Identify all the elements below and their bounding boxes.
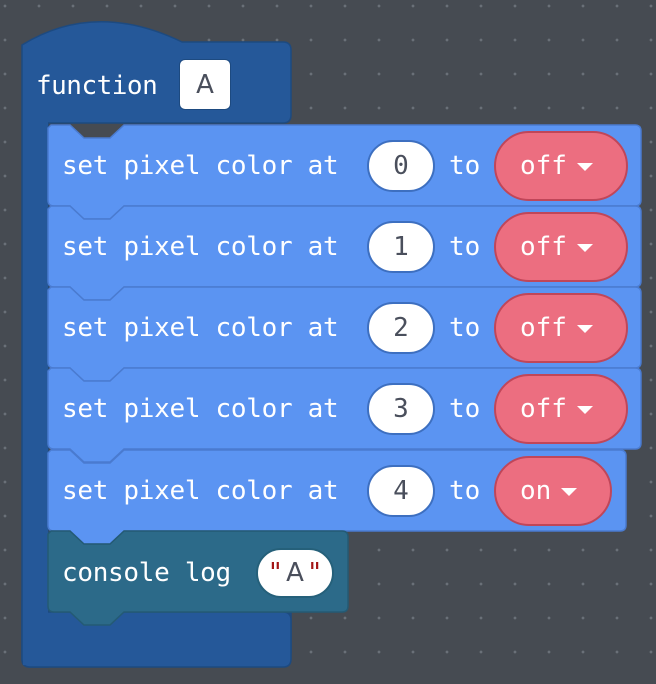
- set-pixel-color-label: set pixel color at: [62, 232, 339, 262]
- pixel-state-dropdown[interactable]: off: [494, 293, 628, 363]
- function-keyword: function: [36, 71, 158, 101]
- pixel-index-input[interactable]: 1: [367, 221, 435, 273]
- function-name-field[interactable]: A: [179, 59, 231, 110]
- console-log-label: console log: [62, 558, 231, 588]
- set-pixel-color-label: set pixel color at: [62, 476, 339, 506]
- pixel-index-input[interactable]: 0: [367, 140, 435, 192]
- to-label: to: [449, 151, 481, 181]
- to-label: to: [449, 476, 481, 506]
- to-label: to: [449, 394, 481, 424]
- string-input[interactable]: " A ": [256, 548, 334, 598]
- dropdown-value: off: [520, 313, 567, 343]
- to-label: to: [449, 313, 481, 343]
- caret-down-icon: [576, 406, 593, 414]
- string-value: A: [286, 558, 304, 588]
- set-pixel-color-label: set pixel color at: [62, 151, 339, 181]
- caret-down-icon: [576, 325, 593, 333]
- dropdown-value: on: [520, 476, 552, 506]
- caret-down-icon: [576, 163, 593, 171]
- set-pixel-color-label: set pixel color at: [62, 313, 339, 343]
- pixel-state-dropdown[interactable]: off: [494, 212, 628, 282]
- set-pixel-color-label: set pixel color at: [62, 394, 339, 424]
- pixel-state-dropdown[interactable]: off: [494, 374, 628, 444]
- caret-down-icon: [561, 488, 578, 496]
- dropdown-value: off: [520, 394, 567, 424]
- pixel-index-input[interactable]: 3: [367, 383, 435, 435]
- caret-down-icon: [576, 244, 593, 252]
- pixel-index-input[interactable]: 4: [367, 465, 435, 517]
- quote-close: ": [306, 558, 323, 588]
- pixel-state-dropdown[interactable]: off: [494, 131, 628, 201]
- pixel-index-input[interactable]: 2: [367, 302, 435, 354]
- dropdown-value: off: [520, 151, 567, 181]
- pixel-state-dropdown[interactable]: on: [494, 456, 612, 526]
- to-label: to: [449, 232, 481, 262]
- quote-open: ": [267, 558, 284, 588]
- dropdown-value: off: [520, 232, 567, 262]
